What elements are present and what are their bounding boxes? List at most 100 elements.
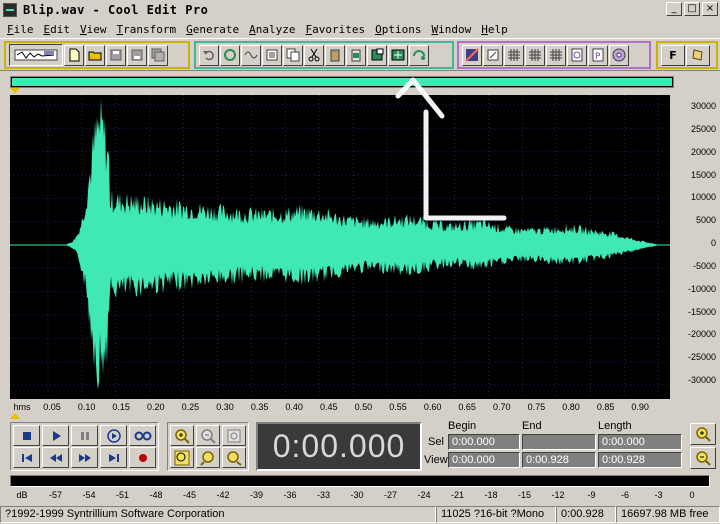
grid-view-3-icon[interactable] xyxy=(546,44,566,66)
amplitude-ruler: 30000 25000 20000 15000 10000 5000 0 -5000 -1000… xyxy=(670,95,720,399)
app-icon[interactable] xyxy=(3,2,17,17)
spectral-view-icon[interactable] xyxy=(483,44,503,66)
paste-new-icon[interactable] xyxy=(346,44,366,66)
menu-options[interactable]: Options xyxy=(370,23,426,36)
menu-view[interactable]: View xyxy=(75,23,112,36)
save-icon[interactable] xyxy=(106,44,126,66)
amplitude-tick-label: -10000 xyxy=(687,283,716,294)
script-icon[interactable] xyxy=(686,44,710,66)
status-free-space: 16697.98 MB free xyxy=(616,506,720,523)
zoom-out-vertical-button[interactable] xyxy=(690,447,716,469)
sel-label: Sel xyxy=(428,436,444,448)
minimize-button[interactable]: _ xyxy=(666,2,682,16)
save-as-icon[interactable] xyxy=(127,44,147,66)
menu-file[interactable]: File xyxy=(2,23,39,36)
mix-paste-icon[interactable] xyxy=(367,44,387,66)
zoom-right-button[interactable] xyxy=(222,447,246,468)
repeat-last-icon[interactable] xyxy=(220,44,240,66)
view-label: View xyxy=(424,454,448,466)
paste-icon[interactable] xyxy=(325,44,345,66)
loop-button[interactable] xyxy=(129,425,156,446)
zoom-in-horizontal-button[interactable] xyxy=(170,425,194,446)
overview-bar[interactable] xyxy=(10,76,674,88)
waveform-shape xyxy=(10,98,670,390)
zoom-selection-button[interactable] xyxy=(170,447,194,468)
cd-icon[interactable] xyxy=(609,44,629,66)
menu-generate[interactable]: Generate xyxy=(181,23,244,36)
zoom-full-icon xyxy=(227,429,241,442)
view-begin-field[interactable]: 0:00.000 xyxy=(448,452,520,468)
sel-length-field[interactable]: 0:00.000 xyxy=(598,434,682,450)
time-tick-label: 0.15 xyxy=(112,402,130,412)
sel-end-field[interactable] xyxy=(522,434,596,450)
window-title: Blip.wav - Cool Edit Pro xyxy=(23,2,209,17)
zoom-controls xyxy=(167,422,249,471)
menu-help[interactable]: Help xyxy=(476,23,513,36)
grid-view-2-icon[interactable] xyxy=(525,44,545,66)
favorites-icon[interactable]: F xyxy=(661,44,685,66)
trim-icon[interactable] xyxy=(388,44,408,66)
time-tick-label: 0.80 xyxy=(562,402,580,412)
overview-range[interactable] xyxy=(12,78,672,86)
record-button[interactable] xyxy=(129,447,156,468)
waveform-display[interactable] xyxy=(10,95,670,399)
zoom-left-button[interactable] xyxy=(196,447,220,468)
menu-edit[interactable]: Edit xyxy=(39,23,76,36)
toolbar-group-favorites: F xyxy=(656,41,718,69)
go-to-end-button[interactable] xyxy=(100,447,127,468)
playhead-marker[interactable] xyxy=(10,413,20,419)
zoom-left-icon xyxy=(200,450,214,466)
multitrack-toggle-button[interactable] xyxy=(9,44,63,66)
zoom-out-horizontal-button[interactable] xyxy=(196,425,220,446)
close-button[interactable]: × xyxy=(702,2,718,16)
toolbar-group-edit xyxy=(194,41,454,69)
svg-text:P: P xyxy=(595,52,601,62)
zoom-in-vertical-button[interactable] xyxy=(690,423,716,445)
meter-tick-label: -18 xyxy=(484,490,498,500)
play-to-end-button[interactable] xyxy=(100,425,127,446)
cut-icon[interactable] xyxy=(304,44,324,66)
waveform-canvas[interactable] xyxy=(10,95,670,399)
properties-icon[interactable]: P xyxy=(588,44,608,66)
time-tick-label: 0.30 xyxy=(216,402,234,412)
meter-tick-label: -48 xyxy=(149,490,163,500)
fast-forward-button[interactable] xyxy=(71,447,98,468)
save-all-icon[interactable] xyxy=(148,44,168,66)
waveform-view-icon[interactable] xyxy=(462,44,482,66)
grid-view-icon[interactable] xyxy=(504,44,524,66)
sel-begin-field[interactable]: 0:00.000 xyxy=(448,434,520,450)
menu-window[interactable]: Window xyxy=(426,23,476,36)
rewind-button[interactable] xyxy=(42,447,69,468)
meter-tick-label: -36 xyxy=(283,490,297,500)
new-file-icon[interactable] xyxy=(64,44,84,66)
zero-crossing-icon[interactable] xyxy=(409,44,429,66)
stop-button[interactable] xyxy=(13,425,40,446)
view-length-field[interactable]: 0:00.928 xyxy=(598,452,682,468)
go-to-start-button[interactable] xyxy=(13,447,40,468)
amplitude-tick-label: -5000 xyxy=(692,260,716,271)
time-tick-label: 0.35 xyxy=(250,402,269,412)
overview-start-marker[interactable] xyxy=(10,88,20,94)
menu-transform[interactable]: Transform xyxy=(112,23,182,36)
zoom-full-button[interactable] xyxy=(222,425,246,446)
amplitude-tick-label: -20000 xyxy=(687,329,716,340)
wave-tool-icon[interactable] xyxy=(241,44,261,66)
copy-icon[interactable] xyxy=(283,44,303,66)
open-folder-icon[interactable] xyxy=(85,44,105,66)
menu-favorites[interactable]: Favorites xyxy=(300,23,370,36)
time-ruler[interactable]: hms 0.05 0.10 0.15 0.20 0.25 0.30 0.35 0.40 0.45 0… xyxy=(10,399,670,413)
undo-icon[interactable] xyxy=(199,44,219,66)
menu-analyze[interactable]: Analyze xyxy=(244,23,300,36)
loop-icon xyxy=(134,431,151,440)
waveform-mode-icon xyxy=(14,49,58,61)
play-button[interactable] xyxy=(42,425,69,446)
toolbar-group-view: P xyxy=(457,41,651,69)
copy-new-icon[interactable] xyxy=(262,44,282,66)
maximize-button[interactable]: □ xyxy=(684,2,700,16)
view-end-field[interactable]: 0:00.928 xyxy=(522,452,596,468)
pause-button[interactable] xyxy=(71,425,98,446)
meter-tick-label: -51 xyxy=(115,490,130,500)
time-tick-label: 0.50 xyxy=(354,402,373,412)
menu-bar: File Edit View Transform Generate Analyz… xyxy=(0,20,720,38)
info-icon[interactable] xyxy=(567,44,587,66)
